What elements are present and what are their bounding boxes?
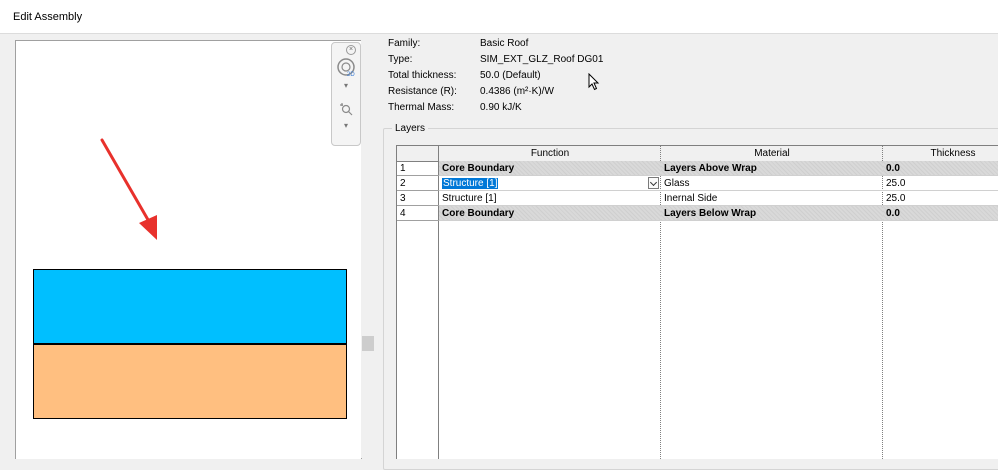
chevron-down-icon[interactable]: ▾ (332, 81, 360, 90)
property-value: 0.4386 (m²·K)/W (480, 86, 554, 97)
row-number[interactable]: 2 (397, 176, 439, 191)
property-value: Basic Roof (480, 38, 529, 49)
thickness-cell[interactable]: 0.0 (883, 206, 998, 221)
preview-layer-glass (33, 269, 347, 344)
thickness-cell[interactable]: 25.0 (883, 191, 998, 206)
column-header-thickness[interactable]: Thickness (883, 146, 998, 162)
window-title: Edit Assembly (13, 11, 83, 23)
arrow-annotation-icon (100, 138, 157, 240)
property-value: SIM_EXT_GLZ_Roof DG01 (480, 54, 604, 65)
column-header-material[interactable]: Material (661, 146, 883, 162)
function-dropdown[interactable]: Structure [1] (439, 176, 661, 191)
chevron-down-icon[interactable]: ▾ (332, 121, 360, 130)
dropdown-icon[interactable] (648, 177, 659, 189)
navigation-bar[interactable]: × 2D ▾ ▾ (331, 42, 361, 146)
row-number[interactable]: 3 (397, 191, 439, 206)
thickness-cell[interactable]: 25.0 (883, 176, 998, 191)
preview-scrollbar[interactable] (361, 40, 375, 458)
property-label: Resistance (R): (388, 86, 457, 97)
svg-text:2D: 2D (347, 72, 355, 77)
property-label: Thermal Mass: (388, 102, 455, 113)
function-selected-value[interactable]: Structure [1] (442, 178, 499, 189)
row-number[interactable]: 1 (397, 161, 439, 176)
close-icon[interactable]: × (346, 45, 356, 55)
material-cell[interactable]: Inernal Side (661, 191, 883, 206)
row-number[interactable]: 4 (397, 206, 439, 221)
zoom-2d-icon[interactable]: 2D (336, 57, 356, 77)
function-cell[interactable]: Core Boundary (439, 161, 661, 176)
function-cell[interactable]: Core Boundary (439, 206, 661, 221)
title-bar: Edit Assembly (0, 0, 998, 34)
pan-zoom-icon[interactable] (336, 99, 356, 119)
property-value: 50.0 (Default) (480, 70, 541, 81)
preview-layer-internal (33, 344, 347, 419)
column-header-function[interactable]: Function (439, 146, 661, 162)
property-label: Total thickness: (388, 70, 457, 81)
layers-group-label: Layers (392, 123, 429, 134)
scrollbar-thumb[interactable] (362, 336, 374, 351)
property-label: Family: (388, 38, 421, 49)
function-cell[interactable]: Structure [1] (439, 191, 661, 206)
material-cell[interactable]: Layers Below Wrap (661, 206, 883, 221)
property-label: Type: (388, 54, 413, 65)
row-number-header (397, 146, 439, 162)
material-cell[interactable]: Glass (661, 176, 883, 191)
material-cell[interactable]: Layers Above Wrap (661, 161, 883, 176)
layers-table[interactable]: Function Material Thickness 1 Core Bound… (396, 145, 998, 459)
thickness-cell[interactable]: 0.0 (883, 161, 998, 176)
mouse-cursor-icon (588, 73, 600, 91)
property-value: 0.90 kJ/K (480, 102, 522, 113)
